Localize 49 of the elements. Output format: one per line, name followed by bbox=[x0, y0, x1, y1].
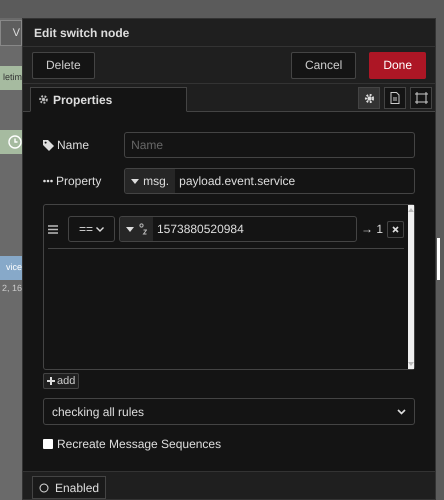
checkbox-label: Recreate Message Sequences bbox=[57, 436, 222, 453]
circle-icon bbox=[39, 482, 49, 492]
string-type-icon bbox=[139, 223, 147, 235]
enabled-toggle[interactable]: Enabled bbox=[32, 476, 106, 499]
settings-icon bbox=[364, 92, 374, 104]
scrollbar[interactable] bbox=[408, 205, 414, 369]
document-tab[interactable] bbox=[384, 87, 406, 109]
mode-select[interactable]: checking all rules bbox=[43, 398, 415, 425]
close-icon bbox=[392, 226, 400, 232]
frame-icon bbox=[414, 92, 428, 104]
scroll-up-icon bbox=[408, 208, 414, 212]
output-label: → 1 bbox=[361, 221, 384, 238]
value-field[interactable]: 1573880520984 bbox=[119, 216, 357, 242]
scroll-down-icon bbox=[408, 362, 414, 366]
add-button[interactable]: add bbox=[43, 373, 80, 389]
checkbox[interactable] bbox=[43, 439, 53, 449]
dots-icon bbox=[43, 179, 53, 183]
properties-tab[interactable]: Properties bbox=[30, 87, 187, 112]
operator-select[interactable]: == bbox=[68, 216, 115, 242]
name-field[interactable]: Name bbox=[124, 132, 415, 158]
tag-icon bbox=[43, 140, 54, 150]
rule-value: 1573880520984 bbox=[156, 221, 245, 238]
field-label: Property bbox=[43, 172, 124, 190]
dialog-button[interactable]: Cancel bbox=[290, 52, 356, 78]
plus-icon bbox=[47, 377, 55, 385]
node-caption: 2, 16 bbox=[0, 282, 22, 295]
gear-icon bbox=[38, 94, 49, 105]
chevron-down-icon bbox=[397, 408, 406, 414]
clock-icon bbox=[8, 135, 22, 149]
property-field[interactable]: msg. payload.event.service bbox=[124, 168, 415, 194]
flow-node[interactable]: letim bbox=[0, 66, 22, 90]
type-selector[interactable] bbox=[120, 217, 153, 241]
canvas-tab[interactable]: V bbox=[0, 20, 22, 46]
drag-handle-icon[interactable] bbox=[48, 224, 58, 234]
type-selector[interactable]: msg. bbox=[125, 169, 176, 193]
flow-node[interactable] bbox=[0, 130, 22, 154]
dialog-button[interactable]: Delete bbox=[32, 52, 95, 78]
property-value: payload.event.service bbox=[178, 173, 296, 190]
document-icon bbox=[390, 92, 400, 104]
settings-tab[interactable] bbox=[358, 87, 380, 109]
caret-icon bbox=[131, 178, 140, 184]
frame-tab[interactable] bbox=[410, 87, 432, 109]
field-label: Name bbox=[43, 136, 124, 154]
caret-icon bbox=[126, 226, 134, 232]
type-label: msg. bbox=[143, 173, 170, 190]
chevron-down-icon bbox=[96, 226, 104, 232]
dialog-title: Edit switch node bbox=[34, 24, 130, 42]
delete-rule-button[interactable] bbox=[387, 220, 404, 238]
done-button[interactable]: Done bbox=[369, 52, 426, 78]
